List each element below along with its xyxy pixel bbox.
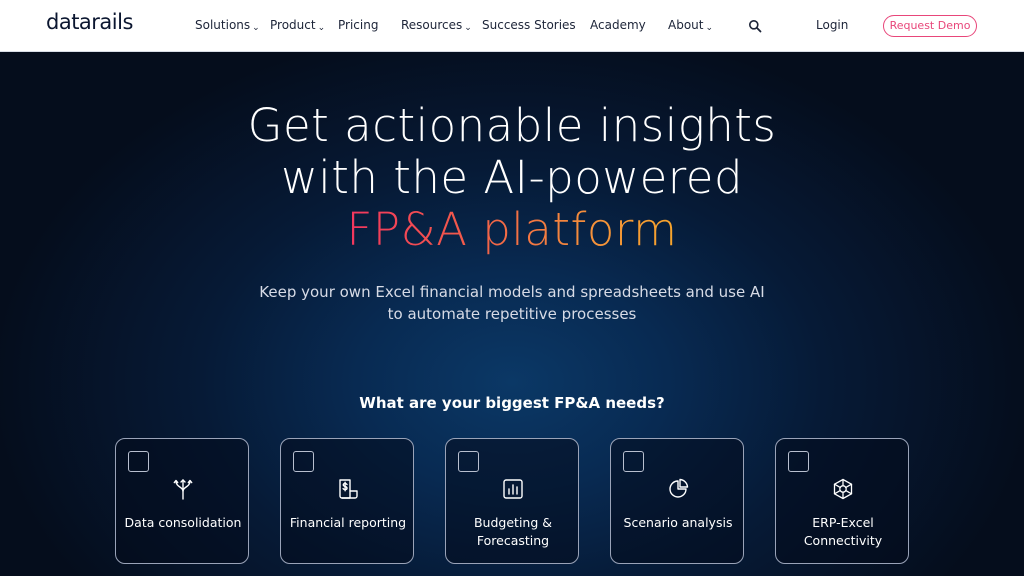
- login-link[interactable]: Login: [816, 18, 848, 32]
- need-label-line-2: Forecasting: [476, 533, 550, 548]
- network-icon: [833, 478, 853, 500]
- logo-text: datarails: [46, 10, 133, 34]
- datarails-logo[interactable]: datarails: [46, 10, 133, 34]
- need-label-line-1: ERP-Excel: [812, 515, 874, 530]
- need-card-scenario-analysis[interactable]: Scenario analysis: [610, 438, 744, 564]
- nav-success-stories[interactable]: Success Stories: [482, 18, 576, 32]
- chevron-down-icon: ⌄: [252, 23, 260, 33]
- needs-question: What are your biggest FP&A needs?: [359, 394, 665, 412]
- need-checkbox[interactable]: [293, 451, 314, 472]
- chevron-down-icon: ⌄: [464, 23, 472, 33]
- report-icon: [339, 479, 358, 499]
- hero-title-highlight-text: FP&A platform: [346, 203, 678, 256]
- nav-academy[interactable]: Academy: [590, 18, 646, 32]
- request-demo-button[interactable]: Request Demo: [883, 15, 977, 37]
- nav-resources[interactable]: Resources ⌄: [401, 18, 472, 33]
- bar-chart-icon: [503, 479, 523, 499]
- chevron-down-icon: ⌄: [705, 23, 714, 33]
- need-label: Financial reporting: [289, 515, 407, 530]
- search-icon[interactable]: [748, 19, 762, 33]
- merge-icon: [173, 479, 193, 500]
- hero-subtitle-line-1: Keep your own Excel financial models and…: [259, 283, 765, 301]
- hero-title-line-1: Get actionable insights: [247, 99, 777, 152]
- need-label: Scenario analysis: [623, 515, 733, 530]
- chevron-down-icon: ⌄: [317, 23, 326, 33]
- need-label: Data consolidation: [124, 515, 242, 530]
- nav-about[interactable]: About ⌄: [668, 18, 714, 33]
- need-checkbox[interactable]: [128, 451, 149, 472]
- need-checkbox[interactable]: [458, 451, 479, 472]
- nav-pricing[interactable]: Pricing: [338, 18, 378, 32]
- top-navigation-bar: datarails Solutions ⌄ Product ⌄ Pricing Re…: [0, 0, 1024, 52]
- nav-solutions[interactable]: Solutions ⌄: [195, 18, 260, 33]
- need-label-line-1: Budgeting &: [473, 515, 552, 530]
- hero-subtitle-line-2: to automate repetitive processes: [387, 305, 637, 323]
- need-checkbox[interactable]: [788, 451, 809, 472]
- hero-title-line-2: with the AI-powered: [280, 151, 744, 204]
- nav-product[interactable]: Product ⌄: [270, 18, 326, 33]
- hero-title-highlight: FP&A platform: [0, 204, 1024, 256]
- need-card-budgeting-forecasting[interactable]: Budgeting & Forecasting: [445, 438, 579, 564]
- need-card-erp-excel-connectivity[interactable]: ERP-Excel Connectivity: [775, 438, 909, 564]
- pie-chart-icon: [669, 478, 689, 498]
- need-label-line-2: Connectivity: [803, 533, 883, 548]
- need-checkbox[interactable]: [623, 451, 644, 472]
- need-card-financial-reporting[interactable]: Financial reporting: [280, 438, 414, 564]
- need-card-data-consolidation[interactable]: Data consolidation: [115, 438, 249, 564]
